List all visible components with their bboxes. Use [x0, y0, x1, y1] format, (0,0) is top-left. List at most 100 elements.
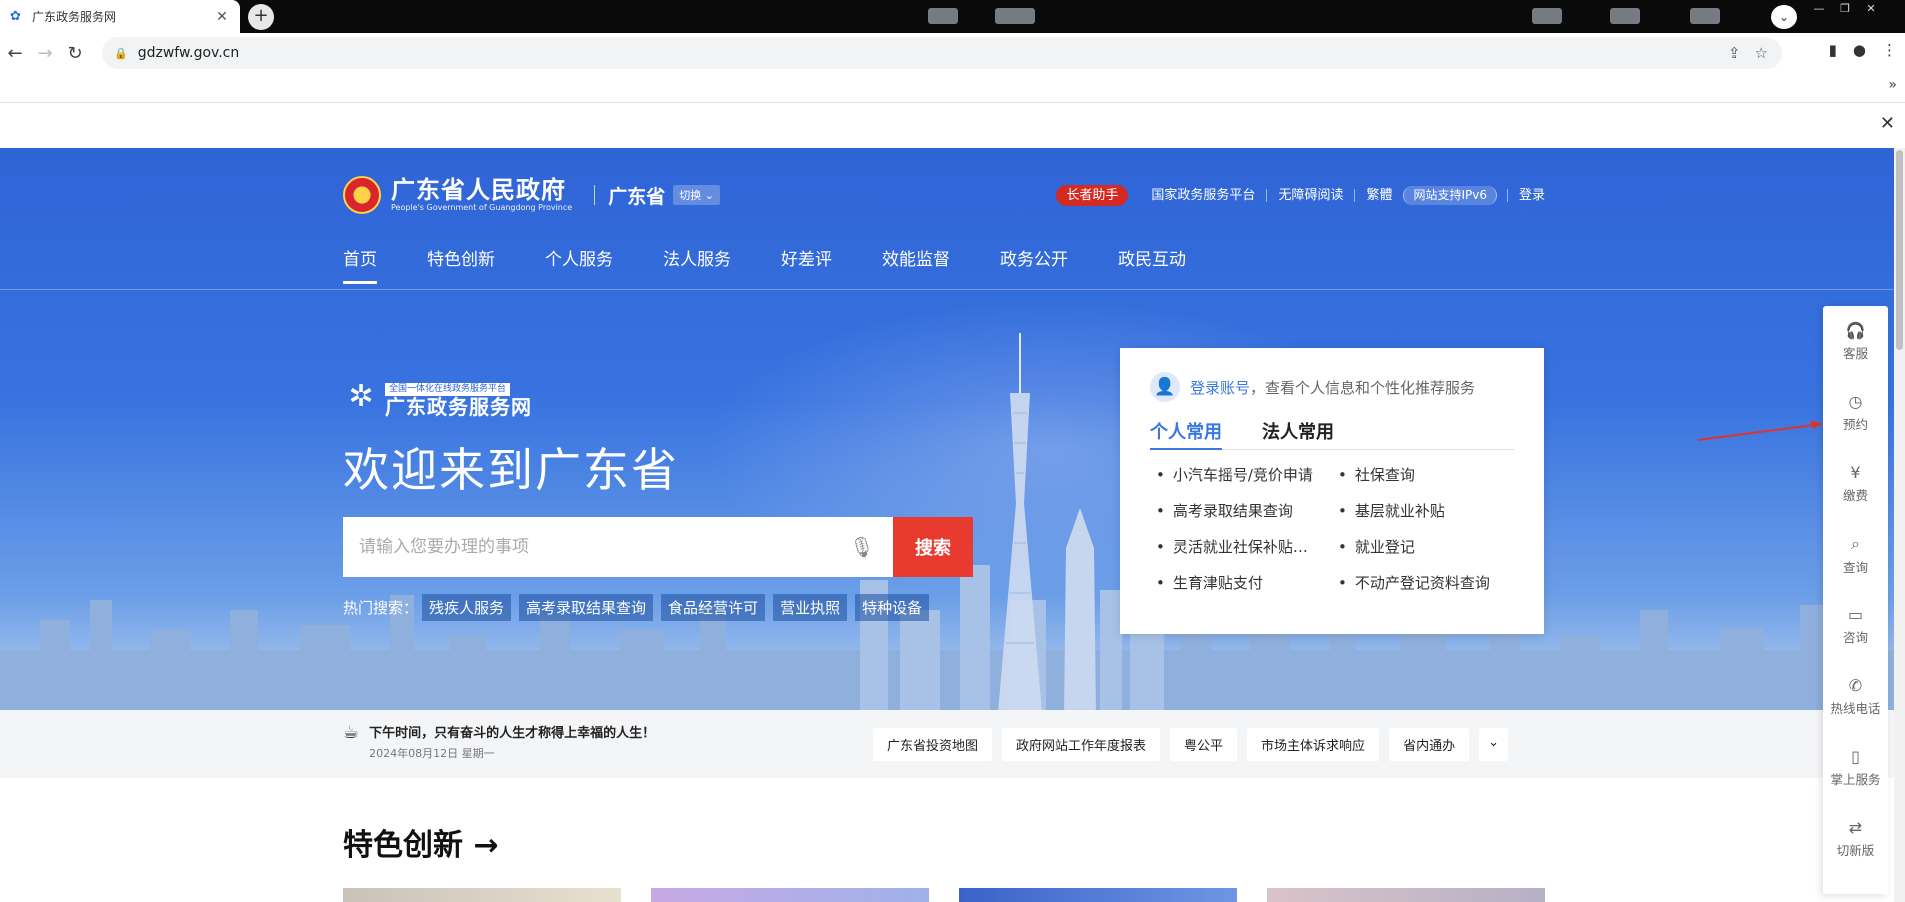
- blurred-tab[interactable]: [1690, 8, 1720, 24]
- service-item[interactable]: 小汽车摇号/竞价申请: [1150, 464, 1332, 485]
- service-item[interactable]: 生育津贴支付: [1150, 572, 1332, 593]
- float-query[interactable]: ⌕ 查询: [1823, 519, 1888, 590]
- greeting: ☕ 下午时间，只有奋斗的人生才称得上幸福的人生！ 2024年08月12日 星期一: [343, 722, 655, 761]
- page-scrollbar[interactable]: [1894, 148, 1905, 902]
- search-field: 🎙: [343, 517, 893, 577]
- switch-icon: ⇄: [1848, 818, 1863, 837]
- bookmarks-more-icon[interactable]: »: [1888, 77, 1897, 93]
- tab-corporate-common[interactable]: 法人常用: [1262, 418, 1334, 449]
- tab-close-icon[interactable]: ✕: [214, 9, 230, 25]
- thumbnail[interactable]: [343, 888, 621, 902]
- float-label: 预约: [1842, 417, 1868, 432]
- quick-link[interactable]: 省内通办: [1389, 728, 1470, 761]
- forward-icon[interactable]: →: [30, 43, 60, 64]
- canton-tower-illustration: [998, 333, 1042, 710]
- quick-links-expand-icon[interactable]: ⌄: [1479, 728, 1508, 761]
- nav-supervision[interactable]: 效能监督: [882, 248, 950, 288]
- float-payment[interactable]: ¥ 缴费: [1823, 448, 1888, 519]
- blurred-tab[interactable]: [1532, 8, 1562, 24]
- switch-label: 切换: [679, 189, 702, 202]
- login-prompt-text: ，查看个人信息和个性化推荐服务: [1250, 378, 1476, 397]
- float-appointment[interactable]: ◷ 预约: [1823, 377, 1888, 448]
- divider: [594, 185, 596, 205]
- url-text: gdzwfw.gov.cn: [137, 45, 240, 61]
- restore-icon[interactable]: ❐: [1832, 0, 1858, 17]
- bookmark-star-icon[interactable]: ☆: [1755, 44, 1768, 62]
- thumbnail[interactable]: [651, 888, 929, 902]
- nav-personal[interactable]: 个人服务: [545, 248, 613, 288]
- service-item[interactable]: 社保查询: [1332, 464, 1512, 485]
- float-mobile-service[interactable]: ▯ 掌上服务: [1823, 732, 1888, 803]
- float-label: 热线电话: [1830, 701, 1881, 716]
- quick-link[interactable]: 市场主体诉求响应: [1247, 728, 1380, 761]
- hot-search-chip[interactable]: 高考录取结果查询: [519, 594, 654, 621]
- region-switch-button[interactable]: 切换 ⌄: [673, 185, 720, 205]
- hot-search-chip[interactable]: 特种设备: [855, 594, 930, 621]
- nav-home[interactable]: 首页: [343, 248, 377, 288]
- nav-divider: [0, 289, 1894, 290]
- thumbnail[interactable]: [959, 888, 1237, 902]
- thumbnail[interactable]: [1267, 888, 1545, 902]
- nav-gov-affairs[interactable]: 政务公开: [1000, 248, 1068, 288]
- hot-search-chip[interactable]: 残疾人服务: [422, 594, 512, 621]
- nav-rating[interactable]: 好差评: [781, 248, 832, 288]
- welcome-heading: 欢迎来到广东省: [343, 443, 679, 497]
- float-switch-version[interactable]: ⇄ 切新版: [1823, 803, 1888, 874]
- payment-icon: ¥: [1850, 463, 1861, 482]
- share-icon[interactable]: ⇪: [1728, 44, 1741, 62]
- blurred-tab[interactable]: [995, 8, 1035, 24]
- service-item[interactable]: 不动产登记资料查询: [1332, 572, 1512, 593]
- nav-corporate[interactable]: 法人服务: [663, 248, 731, 288]
- traditional-chinese-link[interactable]: 繁體: [1355, 189, 1403, 202]
- login-link[interactable]: 登录: [1506, 188, 1545, 202]
- nav-innovation[interactable]: 特色创新: [427, 248, 495, 288]
- menu-kebab-icon[interactable]: ⋮: [1882, 41, 1897, 59]
- info-bar-close-icon[interactable]: ✕: [1880, 113, 1895, 134]
- new-tab-button[interactable]: +: [248, 4, 274, 30]
- national-emblem-icon: ★: [343, 176, 381, 214]
- tab-search-icon[interactable]: ⌄: [1771, 5, 1797, 29]
- platform-logo: ✲ 全国一体化在线政务服务平台 广东政务服务网: [343, 376, 532, 418]
- tower-illustration: [1064, 508, 1096, 710]
- ipv6-badge: 网站支持IPv6: [1403, 185, 1497, 205]
- page-viewport: ★ 广东省人民政府 People's Government of Guangdo…: [0, 148, 1905, 902]
- service-item[interactable]: 灵活就业社保补贴申领: [1150, 536, 1320, 557]
- hot-search-chip[interactable]: 食品经营许可: [661, 594, 766, 621]
- gov-title[interactable]: 广东省人民政府 People's Government of Guangdong…: [391, 177, 572, 213]
- elder-assistant-link[interactable]: 长者助手: [1056, 184, 1129, 206]
- section-heading[interactable]: 特色创新 →: [343, 820, 499, 864]
- tab-personal-common[interactable]: 个人常用: [1150, 418, 1222, 450]
- back-icon[interactable]: ←: [0, 43, 30, 64]
- reload-icon[interactable]: ↻: [60, 43, 90, 64]
- login-account-link[interactable]: 登录账号: [1190, 377, 1250, 398]
- search-input[interactable]: [359, 537, 847, 557]
- side-panel-icon[interactable]: ▮: [1829, 41, 1837, 59]
- service-list: 小汽车摇号/竞价申请 社保查询 高考录取结果查询 基层就业补贴 灵活就业社保补贴…: [1150, 464, 1514, 593]
- nav-interaction[interactable]: 政民互动: [1118, 248, 1186, 288]
- float-customer-service[interactable]: 🎧 客服: [1823, 306, 1888, 377]
- quick-link[interactable]: 政府网站工作年度报表: [1002, 728, 1161, 761]
- blurred-tab[interactable]: [928, 8, 958, 24]
- service-item[interactable]: 高考录取结果查询: [1150, 500, 1332, 521]
- blurred-tab[interactable]: [1610, 8, 1640, 24]
- close-window-icon[interactable]: ✕: [1858, 0, 1884, 17]
- float-consult[interactable]: ▭ 咨询: [1823, 590, 1888, 661]
- search-button[interactable]: 搜索: [893, 517, 973, 577]
- service-item[interactable]: 基层就业补贴: [1332, 500, 1512, 521]
- float-hotline[interactable]: ✆ 热线电话: [1823, 661, 1888, 732]
- top-links: 长者助手 国家政务服务平台 无障碍阅读 繁體 网站支持IPv6 登录: [1056, 184, 1545, 206]
- profile-icon[interactable]: ●: [1853, 41, 1866, 59]
- service-item[interactable]: 就业登记: [1332, 536, 1512, 557]
- url-omnibox[interactable]: 🔒 gdzwfw.gov.cn ⇪ ☆: [102, 37, 1782, 69]
- scrollbar-thumb[interactable]: [1896, 150, 1903, 350]
- national-platform-link[interactable]: 国家政务服务平台: [1140, 188, 1268, 202]
- quick-link[interactable]: 粤公平: [1170, 728, 1238, 761]
- hot-search-chip[interactable]: 营业执照: [773, 594, 848, 621]
- float-label: 缴费: [1842, 488, 1868, 503]
- minimize-icon[interactable]: —: [1806, 0, 1832, 17]
- tab-title: 广东政务服务网: [32, 10, 117, 24]
- microphone-icon[interactable]: 🎙: [847, 535, 877, 559]
- quick-link[interactable]: 广东省投资地图: [873, 728, 993, 761]
- accessible-reading-link[interactable]: 无障碍阅读: [1267, 188, 1356, 202]
- browser-tab[interactable]: ✿ 广东政务服务网 ✕: [0, 0, 240, 33]
